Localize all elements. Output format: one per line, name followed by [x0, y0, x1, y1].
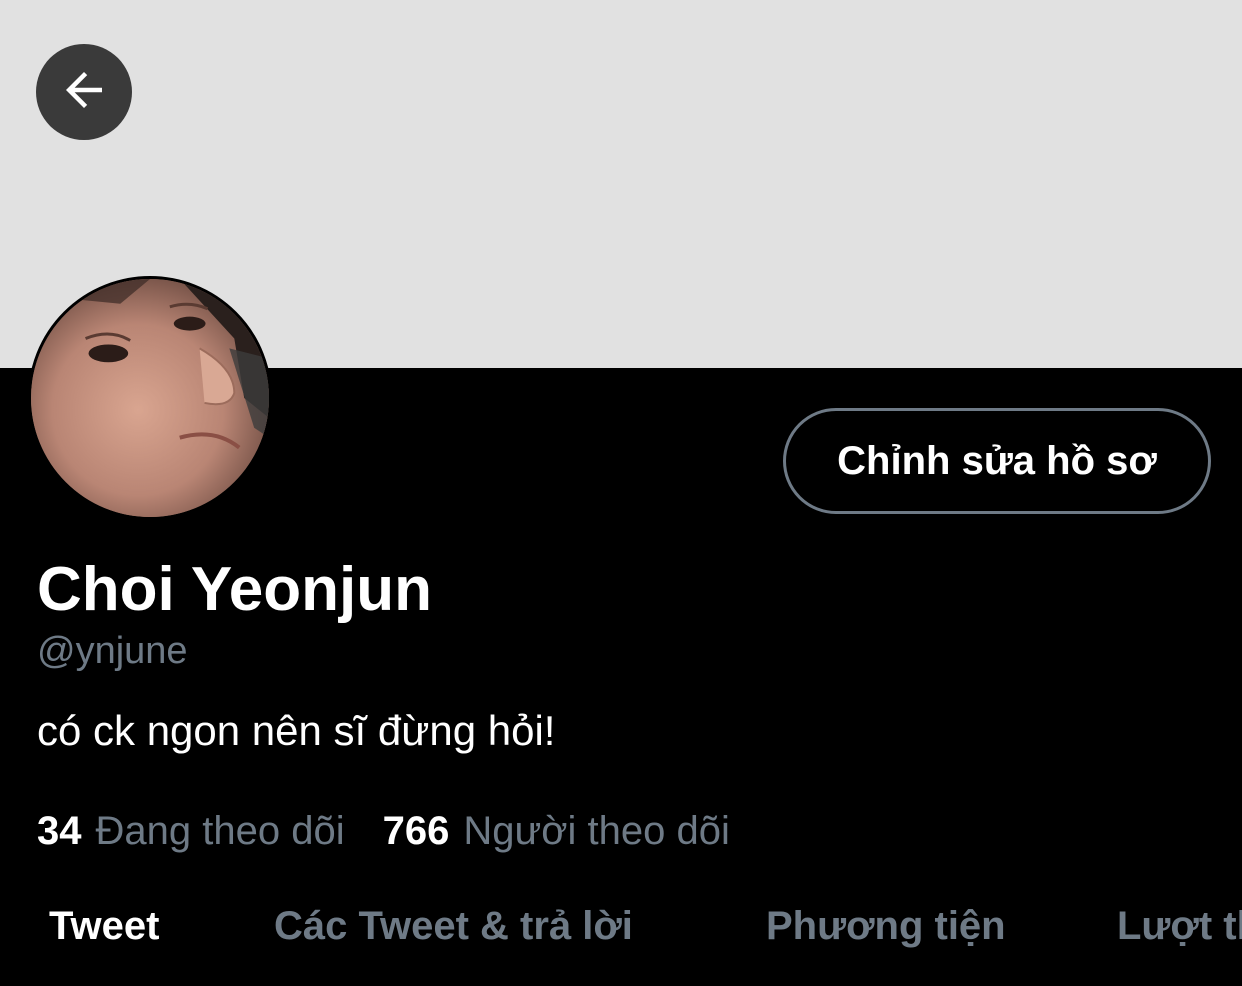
tab-tweets-and-replies[interactable]: Các Tweet & trả lời: [274, 900, 633, 952]
following-label: Đang theo dõi: [95, 809, 345, 853]
arrow-left-icon: [57, 63, 111, 122]
tab-media[interactable]: Phương tiện: [766, 900, 1006, 952]
edit-profile-button[interactable]: Chỉnh sửa hồ sơ: [783, 408, 1211, 514]
profile-tabs: Tweet Các Tweet & trả lời Phương tiện Lư…: [0, 896, 1242, 986]
followers-label: Người theo dõi: [463, 809, 730, 853]
following-count: 34: [37, 809, 82, 853]
followers-link[interactable]: 766 Người theo dõi: [383, 806, 730, 856]
avatar[interactable]: [28, 276, 272, 520]
following-link[interactable]: 34 Đang theo dõi: [37, 806, 345, 856]
followers-count: 766: [382, 809, 450, 853]
profile-page: Chỉnh sửa hồ sơ Choi Yeonjun @ynjune có …: [0, 0, 1242, 986]
tab-likes[interactable]: Lượt thích: [1117, 900, 1242, 952]
follow-stats: 34 Đang theo dõi 766 Người theo dõi: [37, 806, 730, 856]
display-name: Choi Yeonjun: [37, 555, 432, 624]
user-handle: @ynjune: [37, 630, 188, 672]
back-button[interactable]: [36, 44, 132, 140]
tab-tweets[interactable]: Tweet: [49, 900, 159, 952]
profile-bio: có ck ngon nên sĩ đừng hỏi!: [37, 707, 556, 754]
